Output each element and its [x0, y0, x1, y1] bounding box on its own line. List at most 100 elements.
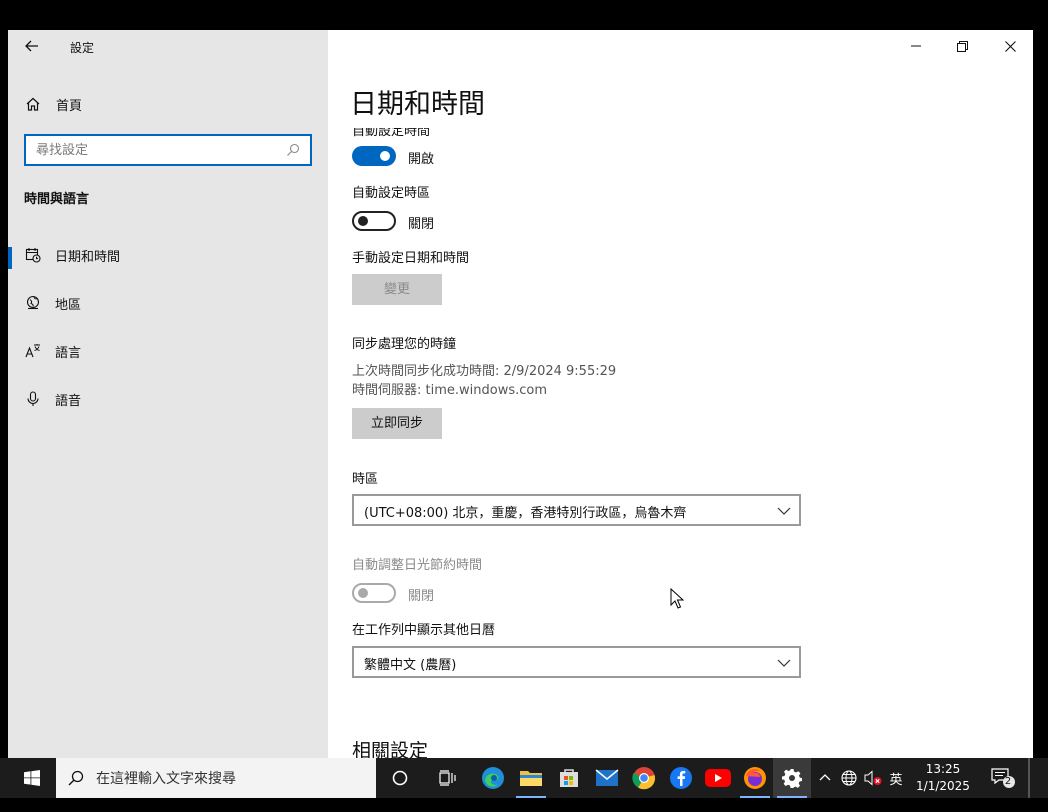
calendar-clock-icon	[24, 246, 42, 264]
auto-timezone-toggle[interactable]	[352, 211, 396, 231]
sidebar-item-home[interactable]: 首頁	[24, 92, 82, 116]
close-icon	[1004, 40, 1016, 52]
settings-taskbar-button[interactable]	[773, 758, 811, 798]
back-button[interactable]	[20, 36, 44, 56]
show-hidden-icons-button[interactable]	[816, 758, 834, 798]
input-method-button[interactable]: 英	[885, 758, 907, 798]
sidebar-item-label: 語音	[55, 393, 82, 409]
close-button[interactable]	[987, 30, 1033, 62]
restore-button[interactable]	[939, 30, 985, 62]
chrome-button[interactable]	[625, 758, 663, 798]
toggle-knob	[358, 216, 368, 226]
facebook-button[interactable]	[662, 758, 700, 798]
change-button[interactable]: 變更	[352, 274, 442, 305]
sidebar: 設定 首頁 時間與語言 日期和時間	[8, 30, 328, 758]
restore-icon	[956, 40, 968, 52]
auto-timezone-label: 自動設定時區	[352, 186, 431, 201]
sync-label: 同步處理您的時鐘	[352, 337, 457, 352]
auto-time-toggle[interactable]	[352, 146, 396, 166]
dst-toggle[interactable]	[352, 583, 396, 603]
home-label: 首頁	[56, 98, 83, 114]
timezone-value: (UTC+08:00) 北京，重慶，香港特別行政區，烏魯木齊	[364, 506, 687, 521]
sidebar-item-region[interactable]: 地區	[8, 283, 328, 323]
start-button[interactable]	[8, 758, 56, 798]
manual-time-label: 手動設定日期和時間	[352, 251, 470, 266]
edge-icon	[482, 767, 504, 789]
gear-icon	[782, 769, 802, 788]
sidebar-item-language[interactable]: 語言	[8, 331, 328, 371]
time-server-text: 時間伺服器: time.windows.com	[352, 383, 548, 398]
globe-region-icon	[24, 294, 42, 312]
selection-indicator	[8, 247, 12, 269]
taskbar-search-text: 在這裡輸入文字來搜尋	[96, 771, 236, 787]
related-settings-title: 相關設定	[352, 740, 429, 758]
auto-timezone-state: 關閉	[408, 217, 435, 232]
sync-now-button[interactable]: 立即同步	[352, 408, 442, 439]
sidebar-item-label: 語言	[55, 345, 82, 361]
taskbar-search-box[interactable]: 在這裡輸入文字來搜尋	[56, 758, 376, 798]
show-desktop-divider[interactable]	[1028, 758, 1030, 798]
edge-button[interactable]	[474, 758, 512, 798]
windows-logo-icon	[24, 770, 40, 786]
toggle-knob	[358, 588, 368, 598]
youtube-icon	[705, 769, 731, 787]
mail-icon	[595, 769, 619, 786]
minimize-icon	[911, 45, 921, 47]
home-icon	[24, 95, 42, 113]
microphone-icon	[24, 390, 42, 408]
back-arrow-icon	[25, 40, 38, 52]
sidebar-item-label: 地區	[55, 297, 82, 313]
chrome-icon	[632, 767, 656, 790]
auto-time-state: 開啟	[408, 152, 435, 167]
chevron-down-icon	[777, 655, 791, 669]
taskbar: 在這裡輸入文字來搜尋 英 13:25 1/1/2025 2	[0, 758, 1048, 798]
calendar-value: 繁體中文 (農曆)	[364, 658, 457, 673]
action-center-button[interactable]: 2	[986, 758, 1020, 798]
chevron-down-icon	[777, 503, 791, 517]
volume-button[interactable]	[862, 758, 884, 798]
clock-time: 13:25	[925, 762, 961, 776]
file-explorer-button[interactable]	[512, 758, 550, 798]
facebook-icon	[670, 767, 692, 789]
mail-button[interactable]	[588, 758, 626, 798]
last-sync-text: 上次時間同步化成功時間: 2/9/2024 9:55:29	[352, 364, 617, 379]
auto-time-label: 自動設定時間	[352, 128, 431, 139]
timezone-select[interactable]: (UTC+08:00) 北京，重慶，香港特別行政區，烏魯木齊	[352, 494, 801, 526]
task-view-icon	[439, 770, 456, 786]
firefox-button[interactable]	[736, 758, 774, 798]
store-icon	[560, 769, 578, 787]
app-title: 設定	[70, 41, 95, 55]
folder-icon	[520, 771, 542, 786]
search-icon	[286, 142, 302, 158]
clock-date: 1/1/2025	[916, 779, 970, 793]
task-view-button[interactable]	[429, 758, 467, 798]
calendar-label: 在工作列中顯示其他日曆	[352, 623, 496, 638]
minimize-button[interactable]	[893, 30, 939, 62]
sidebar-item-speech[interactable]: 語音	[8, 379, 328, 419]
calendar-select[interactable]: 繁體中文 (農曆)	[352, 646, 801, 678]
sidebar-item-label: 日期和時間	[55, 249, 121, 265]
network-button[interactable]	[838, 758, 860, 798]
globe-network-icon	[841, 770, 857, 786]
settings-content: 自動設定時間 開啟 自動設定時區 關閉 手動設定日期和時間 變更 同步處理您的時…	[352, 128, 1012, 758]
taskbar-clock[interactable]: 13:25 1/1/2025	[908, 761, 978, 795]
youtube-button[interactable]	[699, 758, 737, 798]
settings-window: 設定 首頁 時間與語言 日期和時間	[8, 30, 1033, 758]
notification-count-badge: 2	[1004, 776, 1012, 787]
firefox-icon	[744, 767, 766, 789]
chevron-up-icon	[819, 774, 831, 781]
section-title: 時間與語言	[24, 192, 90, 207]
main-pane: 日期和時間 自動設定時間 開啟 自動設定時區 關閉 手動設定日期和時間 變更 同	[328, 30, 1033, 758]
dst-label: 自動調整日光節約時間	[352, 558, 483, 573]
volume-muted-icon	[864, 770, 882, 786]
timezone-label: 時區	[352, 472, 379, 487]
toggle-knob	[380, 151, 390, 161]
settings-search-box[interactable]	[24, 134, 312, 166]
sidebar-item-date-time[interactable]: 日期和時間	[8, 235, 328, 275]
cortana-button[interactable]	[381, 758, 419, 798]
settings-search-input[interactable]	[36, 140, 276, 160]
store-button[interactable]	[550, 758, 588, 798]
cortana-icon	[392, 770, 408, 786]
search-icon	[68, 770, 84, 786]
page-title: 日期和時間	[350, 89, 485, 120]
